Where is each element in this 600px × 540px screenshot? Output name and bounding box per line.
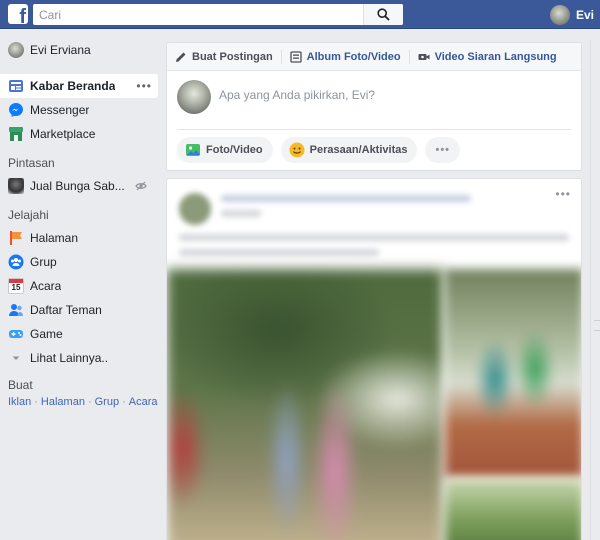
create-page-link[interactable]: Halaman [41, 396, 85, 408]
top-navigation-bar: f Evi [0, 0, 600, 29]
search-box [33, 4, 403, 25]
sidebar-item-profile[interactable]: Evi Erviana [0, 38, 160, 62]
smiley-icon [289, 142, 305, 158]
divider [177, 129, 571, 130]
photo-video-button[interactable]: Foto/Video [177, 137, 273, 163]
calendar-icon: 15 [8, 278, 24, 294]
avatar [550, 4, 570, 25]
sidebar-item-label: Grup [30, 255, 57, 269]
blurred-author-line [221, 195, 471, 202]
action-label: Perasaan/Aktivitas [309, 144, 408, 156]
messenger-icon [8, 102, 24, 118]
avatar [8, 42, 24, 58]
post-composer: Buat Postingan Album Foto/Video Video Si… [166, 42, 582, 171]
sidebar-item-pages[interactable]: Halaman [0, 226, 160, 250]
sidebar-item-label: Evi Erviana [30, 43, 91, 57]
search-button[interactable] [363, 4, 403, 25]
blurred-caption-line [179, 234, 569, 241]
search-icon [377, 8, 390, 21]
sidebar-item-games[interactable]: Game [0, 322, 160, 346]
pencil-icon [175, 51, 187, 63]
sidebar-item-events[interactable]: 15 Acara [0, 274, 160, 298]
left-sidebar: Evi Erviana Kabar Beranda ••• Messenger … [0, 38, 160, 408]
sidebar-item-label: Acara [30, 279, 62, 293]
more-actions-button[interactable]: ••• [425, 137, 461, 163]
groups-icon [8, 254, 24, 270]
photo-icon [185, 142, 201, 158]
sidebar-item-marketplace[interactable]: Marketplace [0, 122, 160, 146]
sidebar-item-label: Halaman [30, 231, 79, 245]
news-feed-icon [8, 78, 24, 94]
composer-actions: Foto/Video Perasaan/Aktivitas ••• [177, 137, 468, 163]
post-photo-grid [167, 269, 581, 540]
calendar-day-number: 15 [11, 283, 21, 292]
post-options-icon[interactable]: ••• [555, 187, 571, 201]
sidebar-item-label: Jual Bunga Sab... [30, 179, 125, 193]
tab-label: Buat Postingan [192, 50, 273, 63]
sidebar-item-label: Game [30, 327, 63, 341]
more-options-icon[interactable]: ••• [136, 79, 152, 93]
create-event-link[interactable]: Acara [129, 396, 158, 408]
top-user-name: Evi [576, 7, 595, 22]
sidebar-item-groups[interactable]: Grup [0, 250, 160, 274]
gamepad-icon [8, 326, 24, 342]
blurred-caption-line [179, 249, 379, 256]
feeling-activity-button[interactable]: Perasaan/Aktivitas [280, 137, 418, 163]
friend-list-icon [8, 302, 24, 318]
status-input[interactable] [219, 88, 559, 102]
separator: · [87, 396, 92, 408]
separator: · [122, 396, 126, 408]
post-photo-tertiary[interactable] [445, 479, 581, 540]
chevron-down-icon [8, 350, 24, 366]
see-more-label: Lihat Lainnya.. [30, 351, 109, 365]
sidebar-item-label: Daftar Teman [30, 303, 102, 317]
group-photo-icon [8, 178, 24, 194]
post-header-blurred [167, 179, 581, 269]
divider [594, 330, 600, 331]
separator: · [34, 396, 38, 408]
search-input[interactable] [33, 4, 363, 25]
tab-create-post[interactable]: Buat Postingan [167, 43, 281, 71]
composer-tabs: Buat Postingan Album Foto/Video Video Si… [167, 43, 581, 71]
album-icon [290, 50, 302, 63]
action-label: Foto/Video [206, 144, 263, 156]
blurred-timestamp-line [221, 210, 261, 217]
avatar [177, 80, 211, 114]
sidebar-item-label: Kabar Beranda [30, 79, 116, 93]
composer-body [167, 71, 581, 129]
create-group-link[interactable]: Grup [95, 396, 119, 408]
sidebar-item-shortcut[interactable]: Jual Bunga Sab... [0, 174, 160, 198]
sidebar-item-label: Marketplace [30, 127, 96, 141]
flag-icon [8, 230, 24, 246]
sidebar-item-friend-lists[interactable]: Daftar Teman [0, 298, 160, 322]
avatar [179, 193, 211, 225]
right-column-edge [590, 40, 600, 540]
tab-label: Video Siaran Langsung [434, 50, 557, 63]
post-photo-secondary[interactable] [445, 269, 581, 477]
divider [594, 320, 600, 321]
edit-shortcut-icon[interactable] [135, 180, 147, 192]
shortcuts-heading: Pintasan [8, 156, 55, 170]
see-more-link[interactable]: Lihat Lainnya.. [0, 346, 160, 370]
facebook-logo-icon[interactable]: f [8, 4, 28, 24]
sidebar-item-messenger[interactable]: Messenger [0, 98, 160, 122]
facebook-logo-letter: f [19, 6, 26, 24]
sidebar-item-news-feed[interactable]: Kabar Beranda ••• [0, 74, 158, 98]
profile-shortcut[interactable]: Evi [550, 4, 594, 25]
feed-post: ••• [166, 178, 582, 540]
post-photo-main[interactable] [167, 269, 443, 540]
tab-live-video[interactable]: Video Siaran Langsung [410, 43, 565, 71]
create-links: Iklan · Halaman · Grup · Acara [0, 396, 160, 408]
marketplace-icon [8, 126, 24, 142]
live-video-icon [418, 51, 430, 63]
create-heading: Buat [8, 378, 33, 392]
tab-photo-album[interactable]: Album Foto/Video [282, 43, 409, 71]
explore-heading: Jelajahi [8, 208, 49, 222]
create-ad-link[interactable]: Iklan [8, 396, 31, 408]
tab-label: Album Foto/Video [306, 50, 401, 63]
sidebar-item-label: Messenger [30, 103, 90, 117]
